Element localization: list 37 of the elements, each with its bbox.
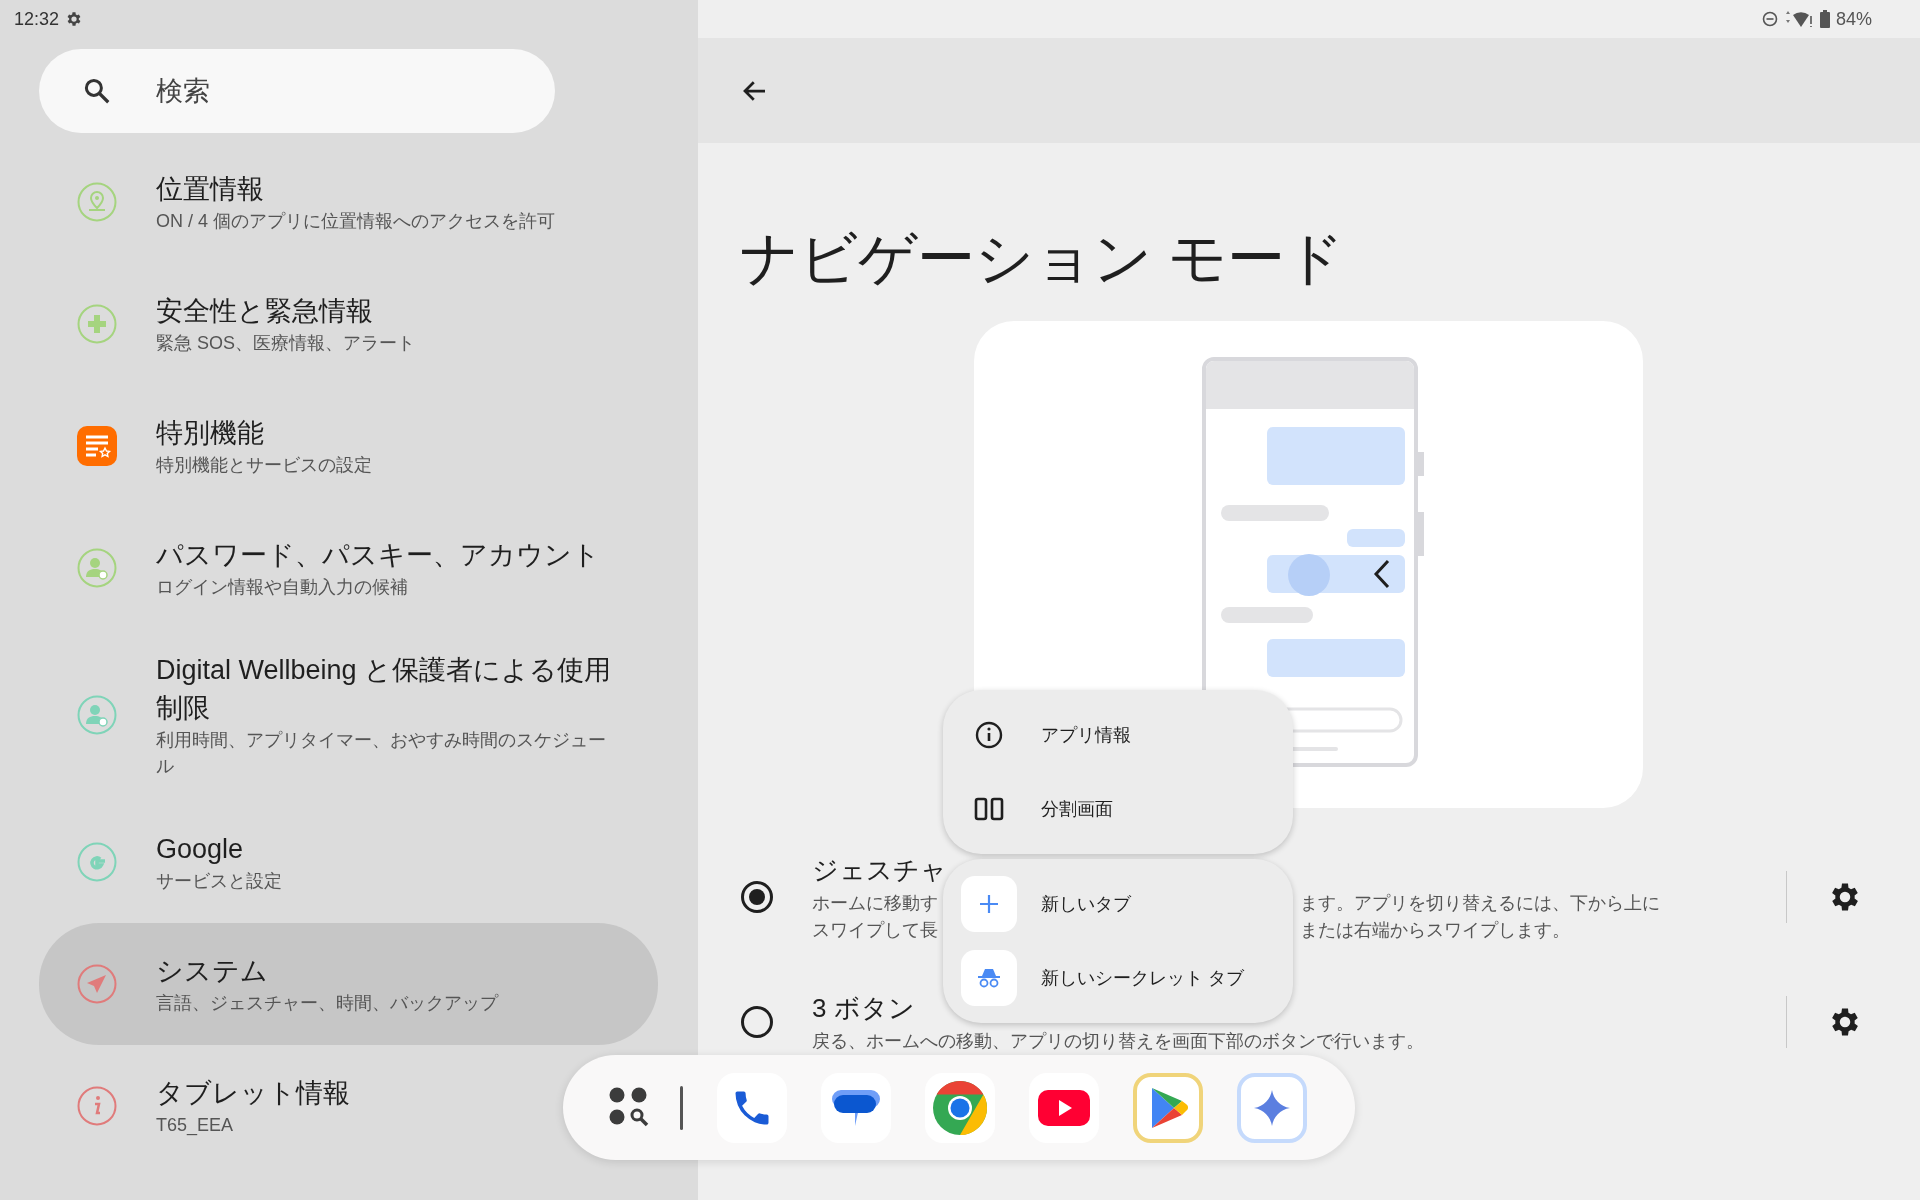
- search-placeholder: 検索: [156, 75, 210, 108]
- option-title: 3 ボタン: [812, 992, 915, 1025]
- option-description: 戻る、ホームへの移動、アプリの切り替えを画面下部のボタンで行います。: [812, 1031, 1424, 1051]
- sparkle-app-icon[interactable]: [1237, 1072, 1307, 1143]
- settings-item[interactable]: 位置情報 ON / 4 個のアプリに位置情報へのアクセスを許可: [39, 141, 658, 263]
- menu-item[interactable]: アプリ情報: [943, 698, 1293, 772]
- messages-app-icon[interactable]: [821, 1072, 891, 1143]
- split-screen-icon: [974, 797, 1004, 821]
- battery-percent: 84%: [1835, 8, 1872, 30]
- do-not-disturb-icon: [1761, 11, 1778, 27]
- settings-item[interactable]: 特別機能 特別機能とサービスの設定: [39, 385, 658, 507]
- option-description: ホームに移動す: [812, 893, 938, 913]
- video-app-icon[interactable]: [1029, 1072, 1099, 1143]
- radio-button[interactable]: [740, 1004, 774, 1039]
- radio-button[interactable]: [740, 880, 774, 914]
- phone-app-icon[interactable]: [717, 1072, 787, 1143]
- page-title: ナビゲーション モード: [740, 224, 1346, 292]
- settings-item[interactable]: Google サービスと設定: [39, 801, 658, 923]
- search-field[interactable]: 検索: [39, 49, 555, 133]
- browser-app-icon[interactable]: [925, 1072, 995, 1143]
- info-icon: [974, 720, 1004, 750]
- battery-icon: [1819, 10, 1830, 28]
- search-icon: [82, 76, 112, 106]
- plus-icon: [961, 876, 1017, 932]
- option-description: スワイプして長: [812, 920, 938, 940]
- menu-item[interactable]: 分割画面: [943, 772, 1293, 846]
- menu-item[interactable]: 新しいシークレット タブ: [943, 941, 1293, 1015]
- wifi-icon: [1783, 10, 1814, 28]
- settings-item[interactable]: パスワード、パスキー、アカウント ログイン情報や自動入力の候補: [39, 507, 658, 629]
- status-time: 12:32: [14, 8, 60, 30]
- incognito-icon: [961, 950, 1017, 1006]
- settings-item[interactable]: 安全性と緊急情報 緊急 SOS、医療情報、アラート: [39, 263, 658, 385]
- settings-item[interactable]: Digital Wellbeing と保護者による使用制限 利用時間、アプリタイマー、おやすみ時間のスケジュール: [39, 629, 658, 801]
- option-description: ます。アプリを切り替えるには、下から上に: [1300, 892, 1660, 915]
- settings-item[interactable]: システム 言語、ジェスチャー、時間、バックアップ: [39, 923, 658, 1045]
- store-app-icon[interactable]: [1133, 1072, 1203, 1143]
- option-description: または右端からスワイプします。: [1300, 919, 1570, 942]
